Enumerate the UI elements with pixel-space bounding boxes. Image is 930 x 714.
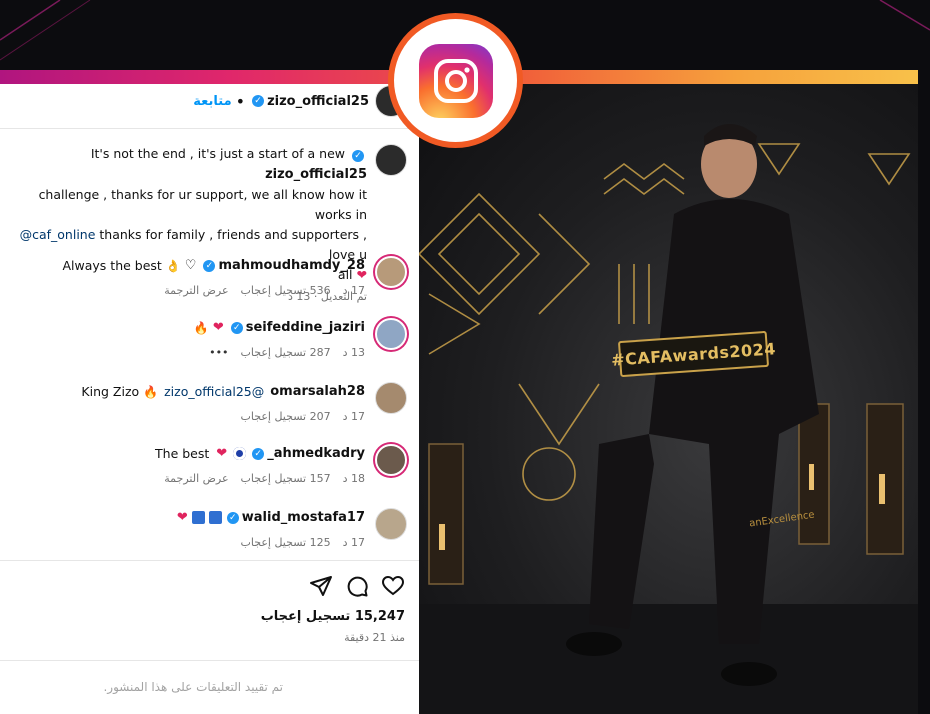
comment-text: Always the best (62, 258, 162, 273)
author-username[interactable]: zizo_official25 (267, 94, 369, 109)
commenter-avatar[interactable] (375, 444, 407, 476)
comment-likes[interactable]: 536 تسجيل إعجاب (241, 284, 331, 297)
comment-likes[interactable]: 207 تسجيل إعجاب (241, 410, 331, 423)
mention-link[interactable]: @zizo_official25 (164, 384, 264, 399)
more-options-button[interactable]: ••• (209, 346, 228, 359)
comment-username[interactable]: mahmoudhamdy_28 (218, 258, 365, 273)
like-heart-icon[interactable] (381, 574, 405, 598)
verified-icon: ✓ (203, 259, 216, 272)
divider (0, 560, 419, 561)
separator: • (235, 91, 246, 111)
ok-hand-emoji-icon: 👌 (165, 258, 181, 273)
comment-likes[interactable]: 157 تسجيل إعجاب (241, 472, 331, 485)
commenter-avatar[interactable] (375, 382, 407, 414)
verified-icon: ✓ (252, 447, 265, 460)
fire-emoji-icon: 🔥 (193, 320, 209, 335)
see-translation-button[interactable]: عرض الترجمة (164, 472, 228, 485)
instagram-badge (388, 13, 523, 148)
flag-emoji-icon (208, 511, 222, 524)
verified-icon: ✓ (252, 95, 265, 107)
comment-age: 17 د (342, 284, 365, 297)
caption-avatar[interactable] (375, 144, 407, 176)
comment-row: ahmedkadry_ ✓ ❤ The best (155, 446, 365, 461)
caption: It's not the end , it's just a start of … (7, 144, 367, 307)
comment-username[interactable]: seifeddine_jaziri (246, 320, 365, 335)
see-translation-button[interactable]: عرض الترجمة (164, 284, 228, 297)
instagram-icon (418, 43, 493, 118)
heart-emoji-icon: ❤ (216, 446, 228, 461)
verified-icon: ✓ (352, 150, 364, 162)
commenter-avatar[interactable] (375, 256, 407, 288)
comment-age: 18 د (342, 472, 365, 485)
comment-username[interactable]: omarsalah28 (270, 384, 365, 399)
commenter-avatar[interactable] (375, 508, 407, 540)
fire-emoji-icon: 🔥 (143, 384, 159, 399)
white-heart-icon: ♡ (184, 258, 197, 273)
likes-count[interactable]: 15,247 تسجيل إعجاب (261, 609, 405, 624)
comment-row: mahmoudhamdy_28 ✓ ♡ 👌 Always the best (63, 258, 366, 273)
caption-author[interactable]: zizo_official25 (265, 167, 367, 182)
comment-meta: 18 د 157 تسجيل إعجاب عرض الترجمة (152, 472, 365, 485)
post-photo[interactable]: #CAFAwards2024 anExcellence (419, 84, 918, 714)
post-header: zizo_official25 ✓ • متابعة (193, 84, 407, 118)
comment-age: 17 د (342, 410, 365, 423)
verified-icon: ✓ (226, 511, 239, 524)
post-panel: zizo_official25 ✓ • متابعة It's not the … (0, 84, 419, 714)
caption-line-2: challenge , thanks for ur support, we al… (38, 187, 367, 222)
comment-row: seifeddine_jaziri ✓ ❤ 🔥 (194, 320, 365, 335)
comment-username[interactable]: walid_mostafa17 (242, 510, 365, 525)
follow-button[interactable]: متابعة (193, 94, 231, 109)
heart-emoji-icon: ❤ (176, 510, 188, 525)
comment-meta: 17 د 536 تسجيل إعجاب عرض الترجمة (152, 284, 365, 297)
comment-text: The best (155, 446, 210, 461)
nazar-emoji-icon (233, 447, 247, 460)
commenter-avatar[interactable] (375, 318, 407, 350)
comment-meta: 17 د 125 تسجيل إعجاب (229, 536, 365, 549)
flag-emoji-icon (191, 511, 205, 524)
caption-line-3: thanks for family , friends and supporte… (99, 227, 367, 262)
comment-age: 13 د (342, 346, 365, 359)
comments-restricted-notice: تم تقييد التعليقات على هذا المنشور. (103, 680, 283, 694)
divider (0, 660, 419, 661)
comment-meta: 17 د 207 تسجيل إعجاب (229, 410, 365, 423)
comment-icon[interactable] (345, 574, 369, 598)
comment-age: 17 د (342, 536, 365, 549)
comment-likes[interactable]: 125 تسجيل إعجاب (241, 536, 331, 549)
share-send-icon[interactable] (309, 574, 333, 598)
comment-text: King Zizo (81, 384, 140, 399)
comment-row: omarsalah28 @zizo_official25 🔥 King Zizo (81, 384, 365, 399)
comment-meta: 13 د 287 تسجيل إعجاب ••• (197, 346, 365, 359)
post-time: منذ 21 دقيقة (344, 631, 405, 644)
heart-emoji-icon: ❤ (212, 320, 224, 335)
photo-scene (419, 124, 918, 714)
comment-likes[interactable]: 287 تسجيل إعجاب (241, 346, 331, 359)
verified-icon: ✓ (230, 321, 243, 334)
comment-username[interactable]: ahmedkadry_ (267, 446, 365, 461)
comment-row: walid_mostafa17 ✓ ❤ (175, 510, 365, 525)
divider (0, 128, 419, 129)
caption-line-1: It's not the end , it's just a start of … (90, 146, 346, 161)
caf-mention-link[interactable]: @caf_online (20, 227, 96, 242)
